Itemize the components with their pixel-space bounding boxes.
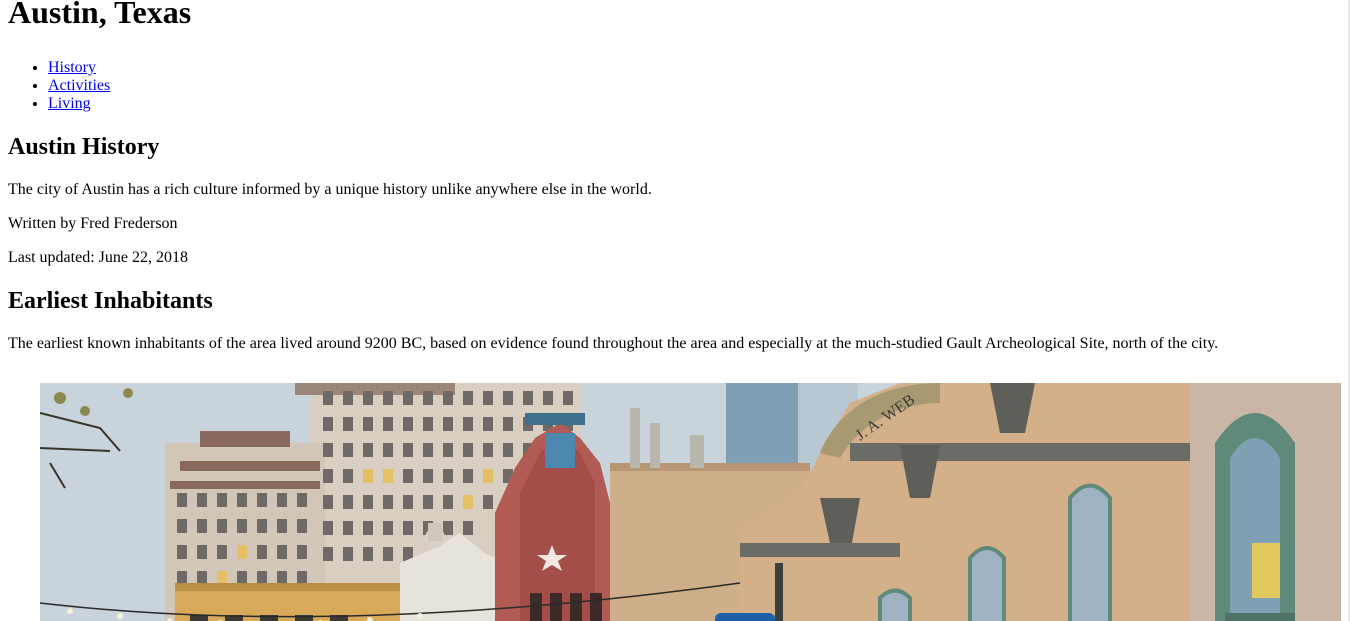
nav-item-living: Living [48,95,1348,113]
nav-link-living[interactable]: Living [48,95,91,112]
page-title: Austin, Texas [8,0,192,30]
nav-link-activities[interactable]: Activities [48,77,110,94]
page-content: Austin, Texas History Activities Living … [8,0,1348,353]
history-intro: The city of Austin has a rich culture in… [8,181,652,198]
last-updated: Last updated: June 22, 2018 [8,249,188,266]
main-nav: History Activities Living [8,59,1348,113]
austin-street-photo: J. A. WEB [40,383,1341,621]
nav-item-activities: Activities [48,77,1348,95]
history-heading: Austin History [8,134,160,160]
inhabitants-heading: Earliest Inhabitants [8,288,213,314]
inhabitants-text: The earliest known inhabitants of the ar… [8,335,1219,352]
byline: Written by Fred Frederson [8,215,178,232]
hero-image: J. A. WEB [40,383,1341,621]
nav-item-history: History [48,59,1348,77]
nav-link-history[interactable]: History [48,59,96,76]
